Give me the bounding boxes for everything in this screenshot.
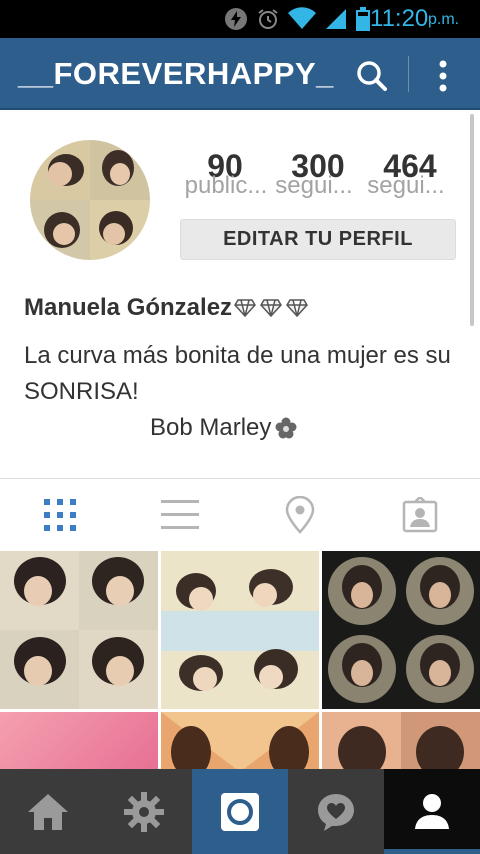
bio-author: Bob Marley: [150, 414, 272, 441]
more-vertical-icon[interactable]: [428, 56, 458, 96]
followers-stat-label-wrap: segui...: [272, 172, 356, 200]
photo-grid: [0, 551, 480, 854]
profile-icon: [415, 793, 449, 829]
tab-list[interactable]: [120, 479, 240, 551]
bottom-navigation: [0, 769, 480, 854]
nav-home[interactable]: [0, 769, 96, 854]
instagram-profile-screen: 11:20 p.m. __FOREVERHAPPY_ 90 public... …: [0, 0, 480, 854]
camera-icon: [221, 792, 259, 831]
nav-camera[interactable]: [192, 769, 288, 854]
photo-thumbnail: [161, 551, 319, 709]
diamond-icon: [234, 299, 256, 317]
diamond-icon: [260, 299, 282, 317]
photo-tile[interactable]: [161, 551, 319, 709]
tagged-photos-icon: [402, 497, 438, 533]
profile-username: __FOREVERHAPPY_: [18, 56, 334, 91]
following-stat-label-wrap: segui...: [364, 172, 448, 200]
posts-stat-label-wrap: public...: [180, 172, 272, 200]
diamond-emojis: [234, 299, 308, 317]
nav-explore[interactable]: [96, 769, 192, 854]
following-label: segui...: [367, 172, 445, 199]
alarm-icon: [258, 9, 278, 29]
tab-location[interactable]: [240, 479, 360, 551]
edit-profile-button[interactable]: EDITAR TU PERFIL: [180, 219, 456, 260]
battery-saver-icon: [225, 8, 247, 30]
status-bar: 11:20 p.m.: [0, 0, 480, 38]
explore-icon: [124, 791, 164, 832]
home-icon: [28, 793, 68, 830]
profile-bio: La curva más bonita de una mujer es su S…: [24, 342, 451, 405]
status-icons: [224, 6, 370, 32]
status-ampm: p.m.: [428, 11, 460, 28]
profile-view-tabs: [0, 479, 480, 551]
tab-tagged[interactable]: [360, 479, 480, 551]
diamond-icon: [286, 299, 308, 317]
signal-icon: [326, 9, 346, 29]
avatar[interactable]: [30, 140, 150, 260]
profile-full-name: Manuela Gónzalez: [24, 294, 233, 321]
tab-grid[interactable]: [0, 479, 120, 551]
bio-author-row: Bob Marley: [150, 414, 297, 442]
location-pin-icon: [285, 496, 315, 534]
status-time: 11:20: [370, 5, 429, 32]
action-bar-divider: [408, 56, 409, 92]
action-bar: __FOREVERHAPPY_: [0, 38, 480, 110]
battery-icon: [356, 7, 370, 31]
photo-tile[interactable]: [0, 551, 158, 709]
list-icon: [161, 500, 199, 529]
avatar-photo: [30, 140, 150, 260]
scrollbar[interactable]: [470, 114, 474, 326]
photo-thumbnail: [0, 551, 158, 709]
search-icon[interactable]: [352, 56, 392, 96]
followers-label: segui...: [275, 172, 353, 199]
photo-thumbnail: [322, 551, 480, 709]
flower-icon: [275, 417, 297, 439]
nav-activity[interactable]: [288, 769, 384, 854]
wifi-icon: [288, 7, 316, 30]
profile-name-row: Manuela Gónzalez: [24, 294, 308, 322]
posts-label: public...: [184, 172, 268, 199]
photo-tile[interactable]: [322, 551, 480, 709]
nav-profile[interactable]: [384, 769, 480, 854]
activity-icon: [318, 793, 354, 831]
grid-icon: [44, 499, 76, 531]
